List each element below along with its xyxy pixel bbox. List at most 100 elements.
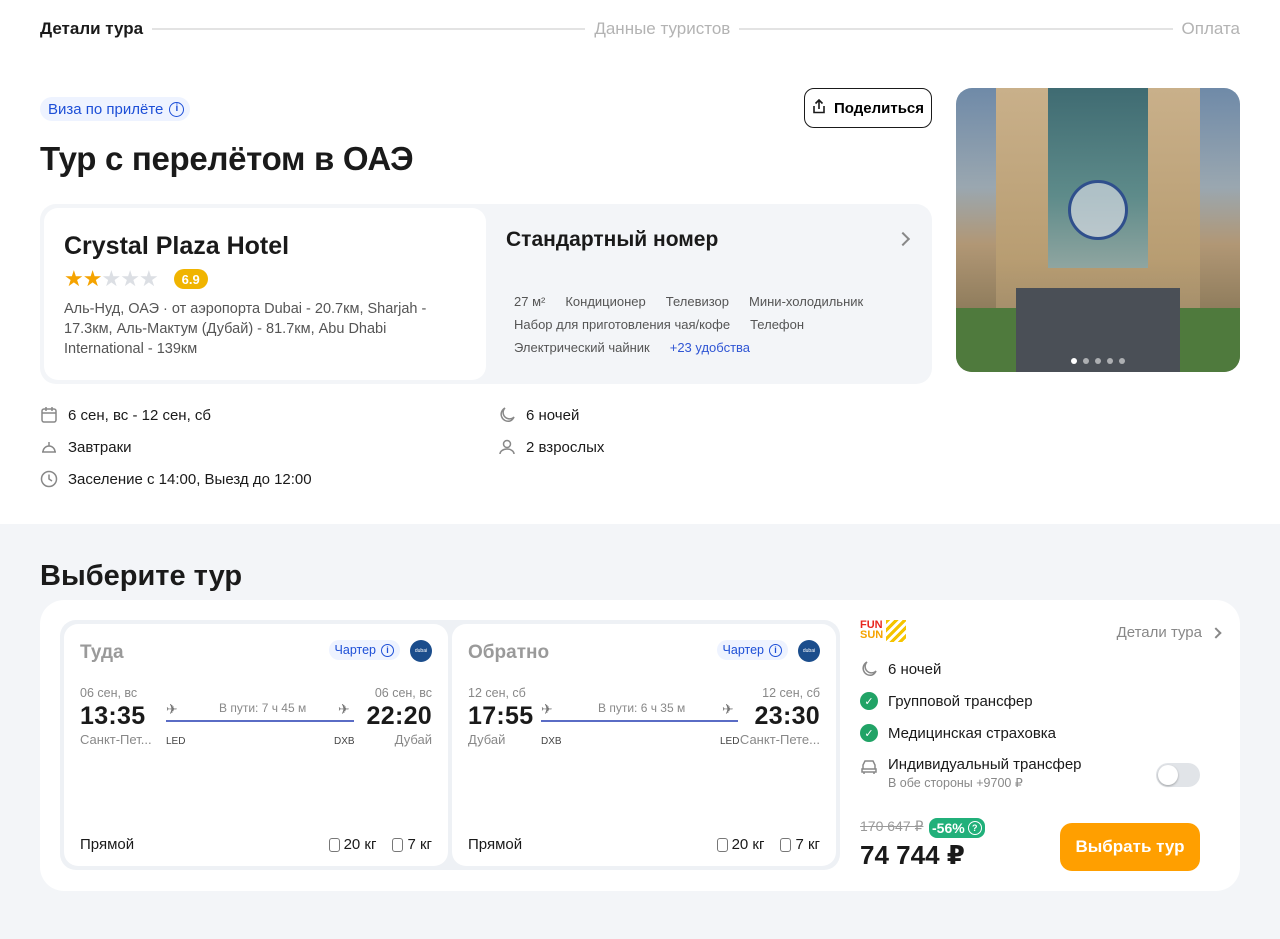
visa-badge[interactable]: Виза по прилёте i [40,97,191,121]
rating-badge: 6.9 [173,269,208,289]
star-icon: ★ [82,266,103,291]
moon-icon [860,660,878,678]
flight-return[interactable]: Обратно Чартер i dubai 12 сен, сб 17:55 Д… [452,624,836,866]
amenities-list: 27 м² Кондиционер Телевизор Мини-холодил… [514,294,924,355]
landing-icon: ✈ [338,701,350,717]
amenity: Телевизор [665,294,730,309]
question-icon: ? [967,821,982,835]
toggle-knob [1158,765,1178,785]
info-icon[interactable]: i [769,643,782,657]
tour-operator-logo: FUN SUN [860,620,884,641]
step-payment[interactable]: Оплата [1182,19,1240,39]
charter-badge[interactable]: Чартер i [716,640,788,660]
tour-dates: 6 сен, вс - 12 сен, сб [40,406,211,424]
brand-logo-bottom: SUN [860,629,884,641]
stepper-divider [152,28,586,30]
tour-meals-text: Завтраки [68,438,132,456]
hotel-card[interactable]: Crystal Plaza Hotel ★★★★★ 6.9 Аль-Нуд, О… [44,208,486,380]
carousel-dot[interactable] [1071,358,1077,364]
star-icon: ★ [138,266,159,291]
ind-transfer-text: Индивидуальный трансфер [888,756,1082,773]
summary-insurance: ✓ Медицинская страховка [860,724,1056,742]
choose-tour-button[interactable]: Выбрать тур [1060,823,1200,871]
takeoff-icon: ✈ [166,701,178,717]
suitcase-icon [328,837,340,852]
hotel-address: Аль-Нуд, ОАЭ · от аэропорта Dubai - 20.7… [64,301,427,357]
share-icon [812,98,826,118]
arrival-code: DXB [334,736,355,747]
flight-outbound[interactable]: Туда Чартер i dubai 06 сен, вс 13:35 Санк… [64,624,448,866]
check-icon: ✓ [860,724,878,742]
tour-option-card: Туда Чартер i dubai 06 сен, вс 13:35 Санк… [40,600,1240,891]
hotel-photo[interactable] [956,88,1240,372]
flight-route-line [541,720,738,722]
tour-price: 74 744 ₽ [860,840,965,870]
summary-group-transfer: ✓ Групповой трансфер [860,692,1033,710]
airline-logo-icon: dubai [798,640,820,662]
brand-stripes-icon [886,620,906,642]
arrival-city: Санкт-Пете... [739,732,820,747]
flight-direction: Туда [80,642,124,663]
summary-nights-text: 6 ночей [888,660,942,678]
charter-badge[interactable]: Чартер i [328,640,400,660]
discount-text: -56% [932,820,965,836]
airline-logo-icon: dubai [410,640,432,662]
carousel-dot[interactable] [1083,358,1089,364]
handbag-icon [392,837,404,852]
departure-city: Санкт-Пет... [80,732,152,747]
summary-ind-transfer: Индивидуальный трансфер В обе стороны +9… [860,756,1082,790]
landing-icon: ✈ [722,701,734,717]
discount-badge[interactable]: -56% ? [929,818,985,838]
person-icon [498,438,516,456]
hotel-stars: ★★★★★ [64,266,159,291]
page-title: Тур с перелётом в ОАЭ [40,140,414,177]
baggage-weight: 20 кг [731,836,765,853]
arrival-city: Дубай [394,732,432,747]
hotel-block: Crystal Plaza Hotel ★★★★★ 6.9 Аль-Нуд, О… [40,204,932,384]
flights-panel: Туда Чартер i dubai 06 сен, вс 13:35 Санк… [60,620,840,870]
carousel-dot[interactable] [1119,358,1125,364]
hotel-name: Crystal Plaza Hotel [64,232,290,260]
info-icon[interactable]: i [381,643,394,657]
tour-details-link[interactable]: Детали тура [1117,624,1222,641]
more-amenities-link[interactable]: +23 удобства [670,340,750,355]
arrival-date: 12 сен, сб [762,686,820,700]
carousel-dot[interactable] [1107,358,1113,364]
amenity: Кондиционер [565,294,646,309]
tour-checkin: Заселение с 14:00, Выезд до 12:00 [40,470,312,488]
flight-route-line [166,720,354,722]
takeoff-icon: ✈ [541,701,553,717]
check-icon: ✓ [860,692,878,710]
baggage-weight: 20 кг [343,836,377,853]
info-icon[interactable]: i [169,101,185,117]
star-icon: ★ [64,266,84,291]
hand-luggage-weight: 7 кг [795,836,820,853]
ind-transfer-toggle[interactable] [1156,763,1200,787]
amenity: Телефон [750,317,805,332]
stepper-divider [739,28,1173,30]
tour-guests-text: 2 взрослых [526,438,605,456]
arrival-code: LED [720,736,740,747]
calendar-icon [40,406,58,424]
departure-time: 17:55 [468,702,534,730]
step-tourists[interactable]: Данные туристов [594,19,730,39]
amenity: 27 м² [514,294,546,309]
tour-guests: 2 взрослых [498,438,604,456]
arrival-time: 23:30 [754,702,820,730]
share-label: Поделиться [833,99,925,117]
charter-label: Чартер [722,643,764,657]
carousel-dot[interactable] [1095,358,1101,364]
tour-nights: 6 ночей [498,406,579,424]
share-button[interactable]: Поделиться [804,88,932,128]
handbag-icon [780,837,792,852]
room-panel[interactable]: Стандартный номер 27 м² Кондиционер Теле… [490,204,932,384]
star-icon: ★ [101,266,121,291]
summary-nights: 6 ночей [860,660,941,678]
visa-label: Виза по прилёте [48,100,164,118]
departure-city: Дубай [468,732,506,747]
step-tour-details[interactable]: Детали тура [40,19,143,39]
chevron-right-icon [1210,626,1222,639]
carousel-dots [956,358,1240,364]
meal-icon [40,438,58,456]
room-title: Стандартный номер [506,228,719,251]
